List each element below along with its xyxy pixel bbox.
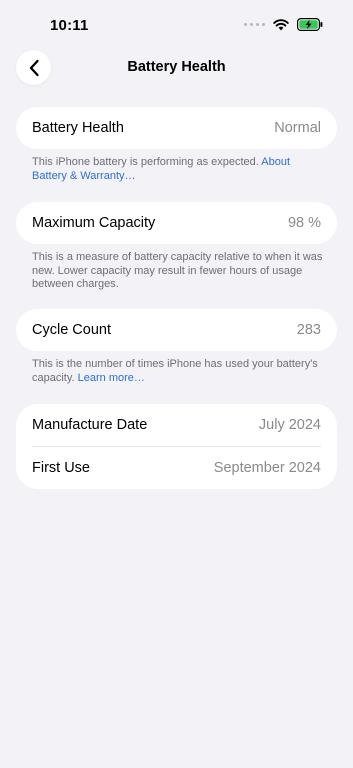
page-title: Battery Health	[127, 59, 226, 75]
cycle-count-note-text: This is the number of times iPhone has u…	[32, 358, 318, 384]
battery-health-note-text: This iPhone battery is performing as exp…	[32, 156, 262, 168]
cycle-count-row: Cycle Count 283	[16, 309, 337, 351]
status-icons	[244, 18, 323, 31]
navigation-bar: Battery Health	[0, 50, 353, 86]
battery-health-value: Normal	[274, 120, 321, 136]
signal-dots-icon	[244, 23, 265, 26]
first-use-label: First Use	[32, 460, 90, 476]
dates-card: Manufacture Date July 2024 First Use Sep…	[16, 404, 337, 489]
maximum-capacity-note: This is a measure of battery capacity re…	[32, 251, 323, 290]
manufacture-date-label: Manufacture Date	[32, 417, 148, 433]
status-time: 10:11	[50, 17, 89, 34]
manufacture-date-value: July 2024	[258, 417, 321, 433]
first-use-row: First Use September 2024	[16, 447, 337, 489]
cycle-count-card: Cycle Count 283	[16, 309, 337, 351]
battery-health-row[interactable]: Battery Health Normal	[16, 107, 337, 149]
cycle-count-label: Cycle Count	[32, 322, 111, 338]
maximum-capacity-row: Maximum Capacity 98 %	[16, 202, 337, 244]
battery-health-note: This iPhone battery is performing as exp…	[32, 156, 323, 183]
maximum-capacity-label: Maximum Capacity	[32, 215, 156, 231]
maximum-capacity-value: 98 %	[287, 215, 321, 231]
cycle-count-value: 283	[296, 322, 321, 338]
first-use-value: September 2024	[213, 460, 321, 476]
cycle-count-note: This is the number of times iPhone has u…	[32, 358, 323, 385]
wifi-icon	[273, 18, 289, 30]
manufacture-date-row: Manufacture Date July 2024	[16, 404, 337, 446]
status-bar: 10:11	[0, 0, 353, 50]
battery-health-card: Battery Health Normal	[16, 107, 337, 149]
learn-more-link[interactable]: Learn more…	[78, 372, 145, 384]
battery-health-label: Battery Health	[32, 120, 124, 136]
battery-charging-icon	[297, 18, 323, 31]
maximum-capacity-card: Maximum Capacity 98 %	[16, 202, 337, 244]
